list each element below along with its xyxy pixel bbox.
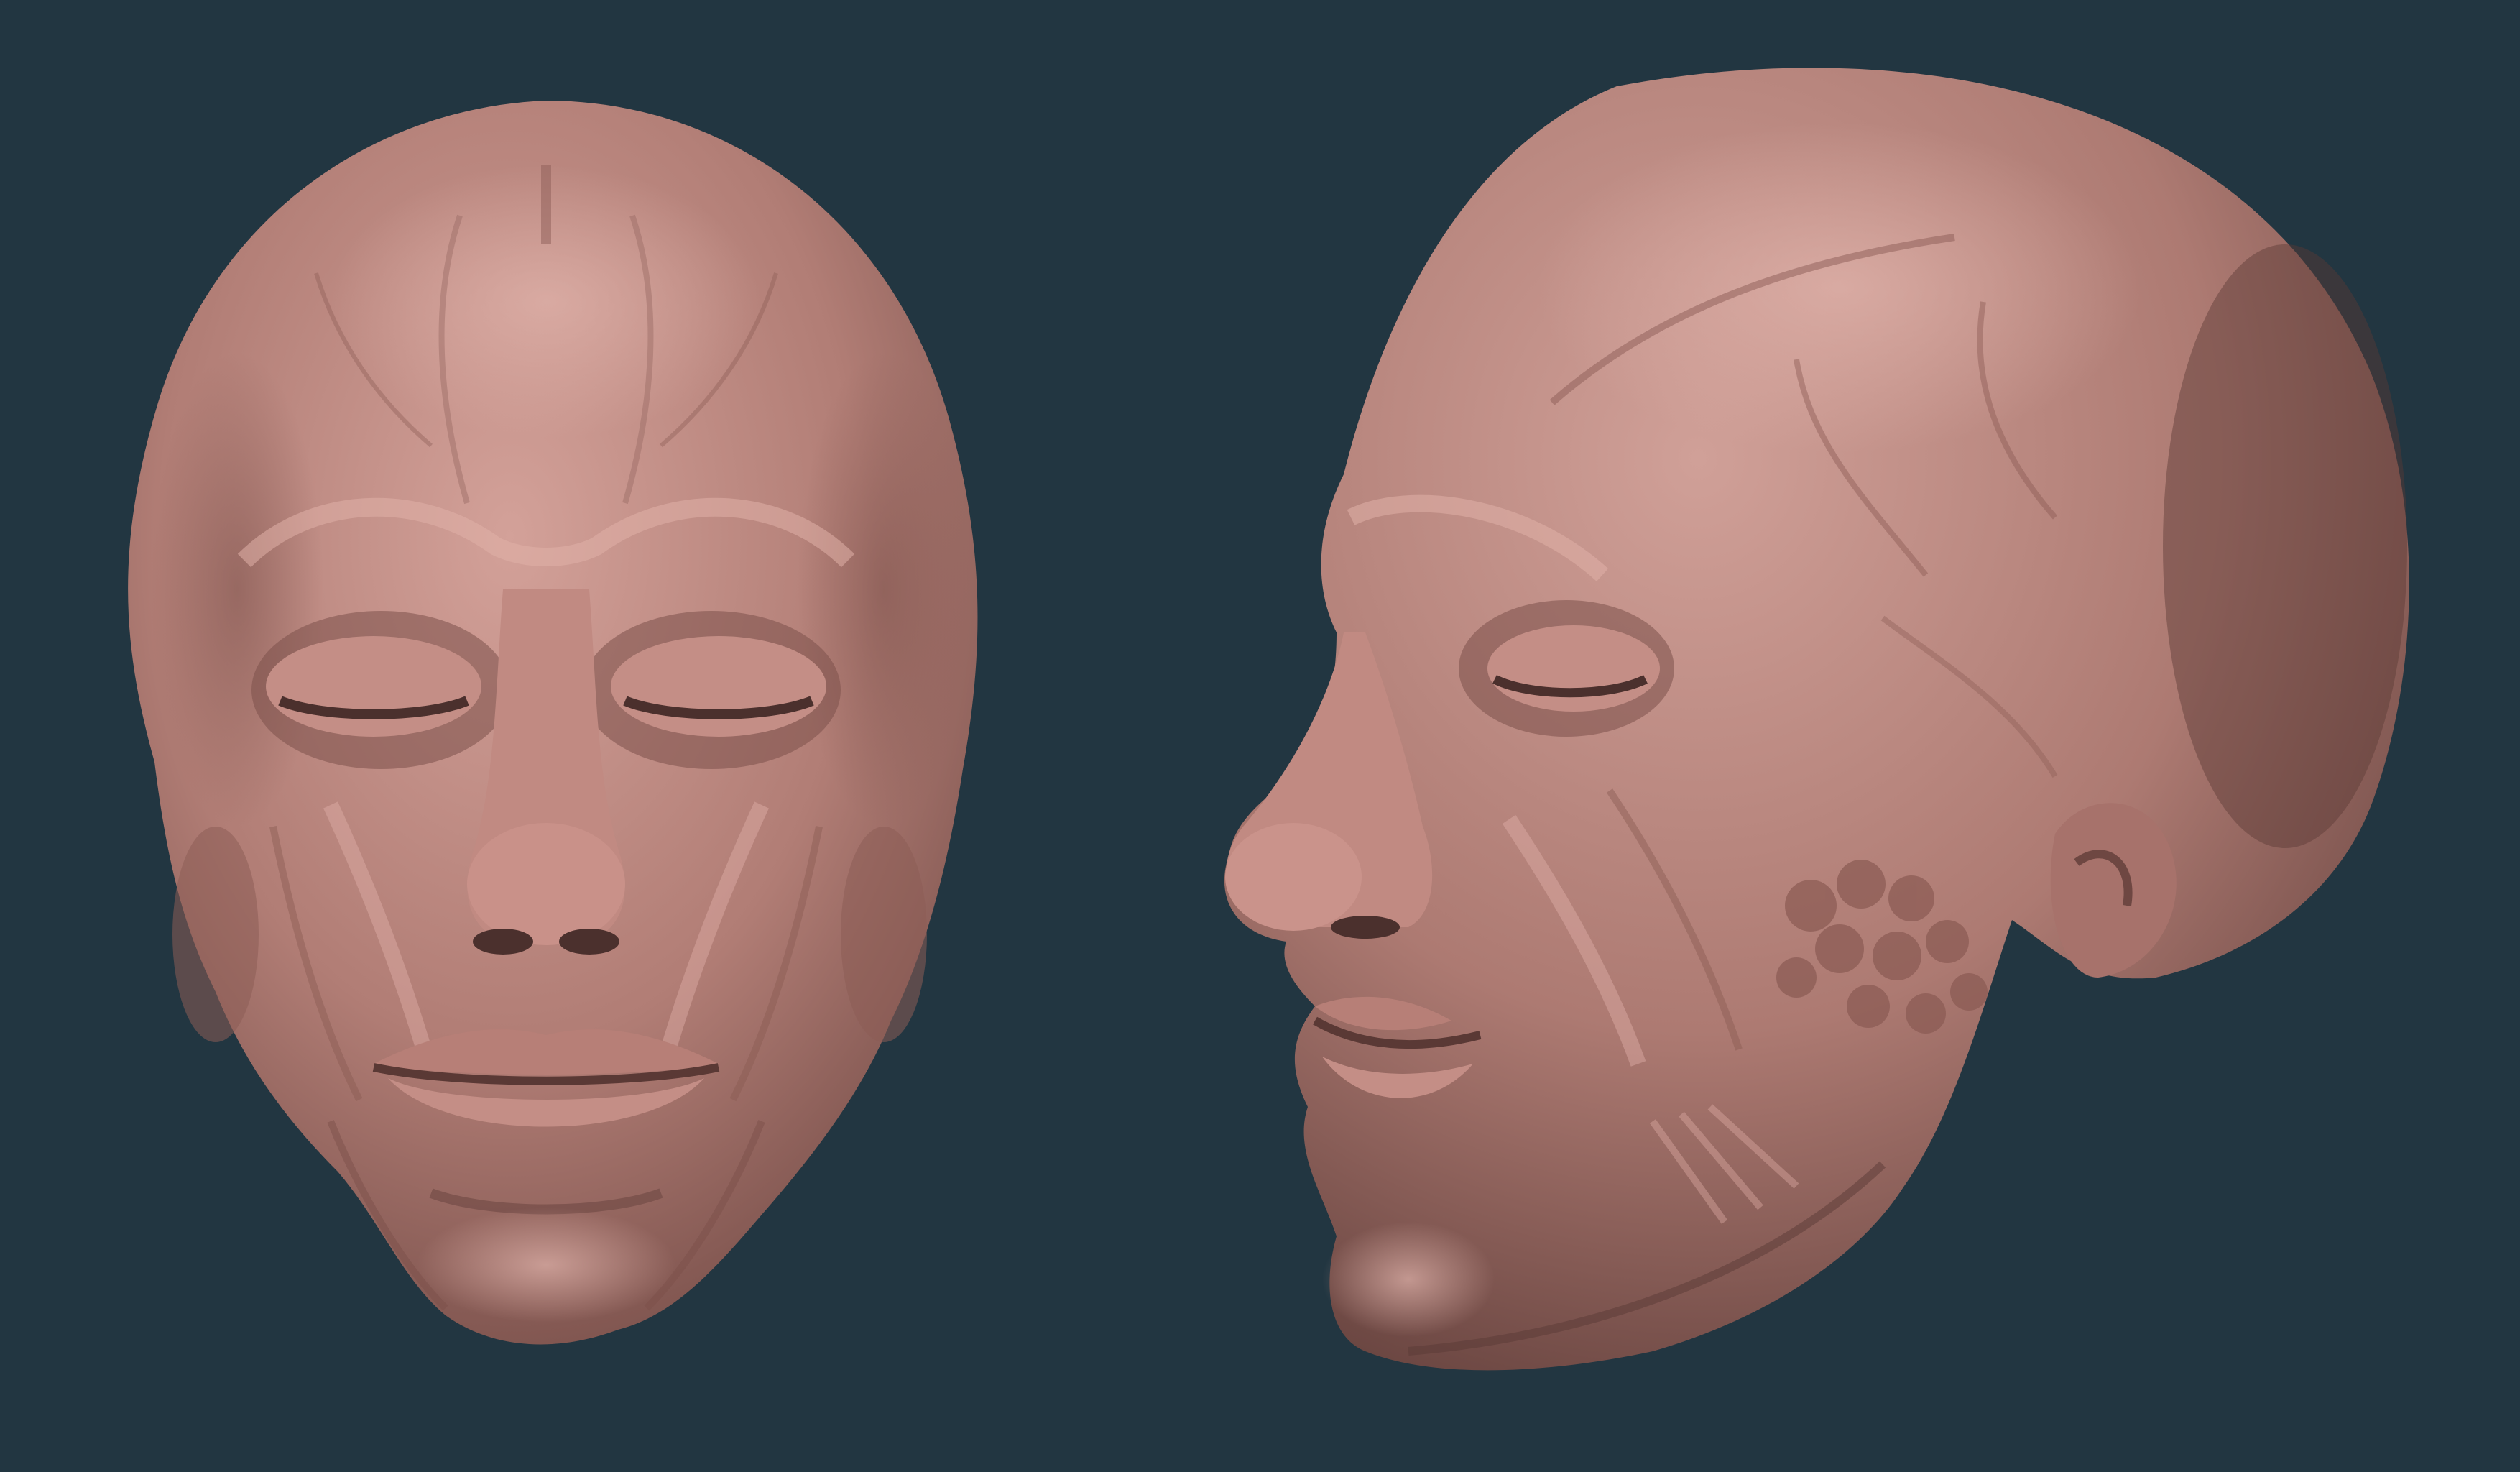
side-chin — [1322, 1222, 1495, 1337]
front-left-parotid — [172, 827, 259, 1042]
front-right-temple — [798, 352, 970, 827]
front-chin — [417, 1208, 675, 1322]
sculpt-render — [0, 0, 2520, 1472]
side-skull-back-shadow — [2163, 244, 2407, 848]
side-nose-tip — [1225, 823, 1362, 931]
side-eyelid — [1487, 625, 1660, 712]
side-skull-highlight — [1538, 122, 2141, 453]
front-left-eyelid — [266, 636, 481, 737]
front-left-temple — [151, 352, 323, 827]
sculpt-viewport — [0, 0, 2520, 1472]
front-right-eyelid — [611, 636, 826, 737]
front-right-nostril — [559, 929, 619, 954]
front-left-nostril — [473, 929, 533, 954]
front-nose-tip — [467, 823, 625, 945]
front-right-parotid — [841, 827, 927, 1042]
side-nostril — [1331, 916, 1400, 939]
